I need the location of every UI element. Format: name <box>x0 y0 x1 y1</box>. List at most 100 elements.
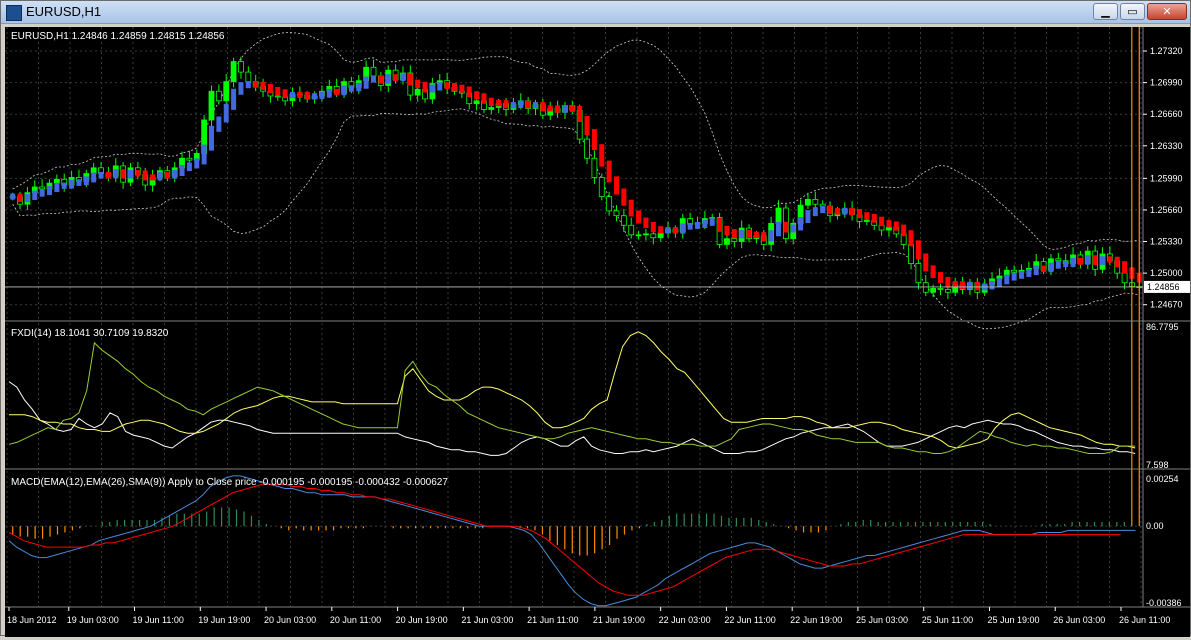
chart-area[interactable]: 1.27320 1.26990 1.26660 1.26330 1.25990 1.256… <box>5 27 1190 637</box>
heiken-ashi-bar <box>282 89 288 99</box>
fxdi-series-line <box>9 331 1136 449</box>
close-button[interactable]: ✕ <box>1147 3 1187 20</box>
chart-canvas[interactable]: 1.27320 1.26990 1.26660 1.26330 1.25990 1.256… <box>5 27 1190 635</box>
time-tick-label: 26 Jun 11:00 <box>1119 615 1170 625</box>
heiken-ashi-bar <box>76 179 82 186</box>
heiken-ashi-bar <box>260 81 266 90</box>
candle-body <box>922 282 929 293</box>
candle-body <box>598 176 605 197</box>
heiken-ashi-bar <box>113 169 119 179</box>
heiken-ashi-bar <box>98 171 104 179</box>
fxdi-panel <box>8 331 1136 456</box>
heiken-ashi-bar <box>245 81 251 89</box>
heiken-ashi-bar <box>695 222 700 229</box>
price-tick-label: 1.26990 <box>1150 78 1183 88</box>
heiken-ashi-bar <box>996 278 1002 287</box>
heiken-ashi-bar <box>798 217 804 231</box>
heiken-ashi-bar <box>10 193 16 200</box>
candle-body <box>215 90 222 102</box>
candle-body <box>230 61 237 83</box>
macd-tick-label: 0.00254 <box>1146 474 1179 484</box>
candle-body <box>1055 258 1062 262</box>
heiken-ashi-bar <box>901 224 907 237</box>
heiken-ashi-bar <box>452 82 457 91</box>
time-tick-label: 25 Jun 11:00 <box>922 615 973 625</box>
price-tick-label: 1.27320 <box>1150 46 1183 56</box>
heiken-ashi-bar <box>341 85 347 96</box>
heiken-ashi-bar <box>150 174 156 181</box>
heiken-ashi-bar <box>312 93 318 100</box>
current-price-label: 1.24856 <box>1147 282 1180 292</box>
heiken-ashi-bar <box>599 144 605 167</box>
heiken-ashi-bar <box>474 91 480 100</box>
heiken-ashi-bar <box>275 86 281 96</box>
heiken-ashi-bar <box>488 97 494 107</box>
heiken-ashi-bar <box>415 79 421 88</box>
heiken-ashi-bar <box>731 229 737 239</box>
candle-body <box>915 263 922 284</box>
heiken-ashi-bar <box>393 74 399 82</box>
heiken-ashi-bar <box>1107 256 1113 263</box>
candle-body <box>930 288 937 293</box>
candle-body <box>223 81 230 102</box>
heiken-ashi-bar <box>39 189 45 197</box>
heiken-ashi-bar <box>665 227 671 234</box>
heiken-ashi-bar <box>952 280 958 288</box>
time-tick-label: 19 Jun 11:00 <box>133 615 184 625</box>
heiken-ashi-bar <box>1122 261 1128 274</box>
heiken-ashi-bar <box>1092 255 1098 265</box>
heiken-ashi-bar <box>820 205 826 214</box>
heiken-ashi-bar <box>290 91 295 99</box>
heiken-ashi-bar <box>908 230 914 247</box>
heiken-ashi-bar <box>540 102 546 112</box>
price-tick-label: 1.25990 <box>1150 173 1183 183</box>
heiken-ashi-bar <box>989 280 995 290</box>
heiken-ashi-bar <box>562 105 568 113</box>
heiken-ashi-bar <box>857 209 862 219</box>
candle-body <box>650 233 657 239</box>
heiken-ashi-bar <box>363 76 369 89</box>
candle-body <box>724 238 730 245</box>
heiken-ashi-bar <box>400 73 406 82</box>
heiken-ashi-bar <box>783 221 789 233</box>
title-bar[interactable]: EURUSD,H1 ▁ ▭ ✕ <box>1 1 1190 24</box>
candle-body <box>620 215 627 226</box>
candle-body <box>908 244 914 264</box>
heiken-ashi-bar <box>267 83 273 93</box>
heiken-ashi-bar <box>1114 256 1120 268</box>
candle-body <box>1121 272 1128 284</box>
heiken-ashi-bar <box>739 229 745 239</box>
fxdi-series-line <box>8 341 1136 454</box>
price-tick-label: 1.25330 <box>1150 237 1183 247</box>
time-tick-label: 22 Jun 03:00 <box>659 615 711 625</box>
heiken-ashi-bar <box>702 219 708 229</box>
candle-body <box>488 107 495 110</box>
heiken-ashi-bar <box>746 229 752 238</box>
candle-body <box>944 289 951 293</box>
heiken-ashi-bar <box>945 276 951 287</box>
heiken-ashi-bar <box>378 75 384 84</box>
heiken-ashi-bar <box>481 93 487 104</box>
heiken-ashi-bar <box>157 172 163 181</box>
grid <box>5 27 1143 607</box>
heiken-ashi-bar <box>938 272 943 283</box>
heiken-ashi-bar <box>812 207 818 217</box>
heiken-ashi-bar <box>717 218 723 232</box>
heiken-ashi-bar <box>621 188 627 206</box>
heiken-ashi-bar <box>606 160 612 183</box>
heiken-ashi-bar <box>69 179 75 189</box>
heiken-ashi-bar <box>510 102 516 109</box>
time-tick-label: 19 Jun 03:00 <box>67 615 119 625</box>
heiken-ashi-bar <box>61 182 67 189</box>
price-tick-label: 1.25660 <box>1150 205 1183 215</box>
candle-body <box>245 71 252 83</box>
candle-body <box>812 199 819 205</box>
heiken-ashi-bar <box>83 176 89 186</box>
heiken-ashi-bar <box>636 210 642 224</box>
chart-window: EURUSD,H1 ▁ ▭ ✕ 1.27320 1.26990 1.26660 1.2… <box>0 0 1191 637</box>
fxdi-tick-label: 7.598 <box>1146 460 1169 470</box>
restore-button[interactable]: ▭ <box>1120 3 1145 20</box>
heiken-ashi-bar <box>614 176 619 195</box>
candle-body <box>805 199 811 206</box>
minimize-button[interactable]: ▁ <box>1093 3 1118 20</box>
